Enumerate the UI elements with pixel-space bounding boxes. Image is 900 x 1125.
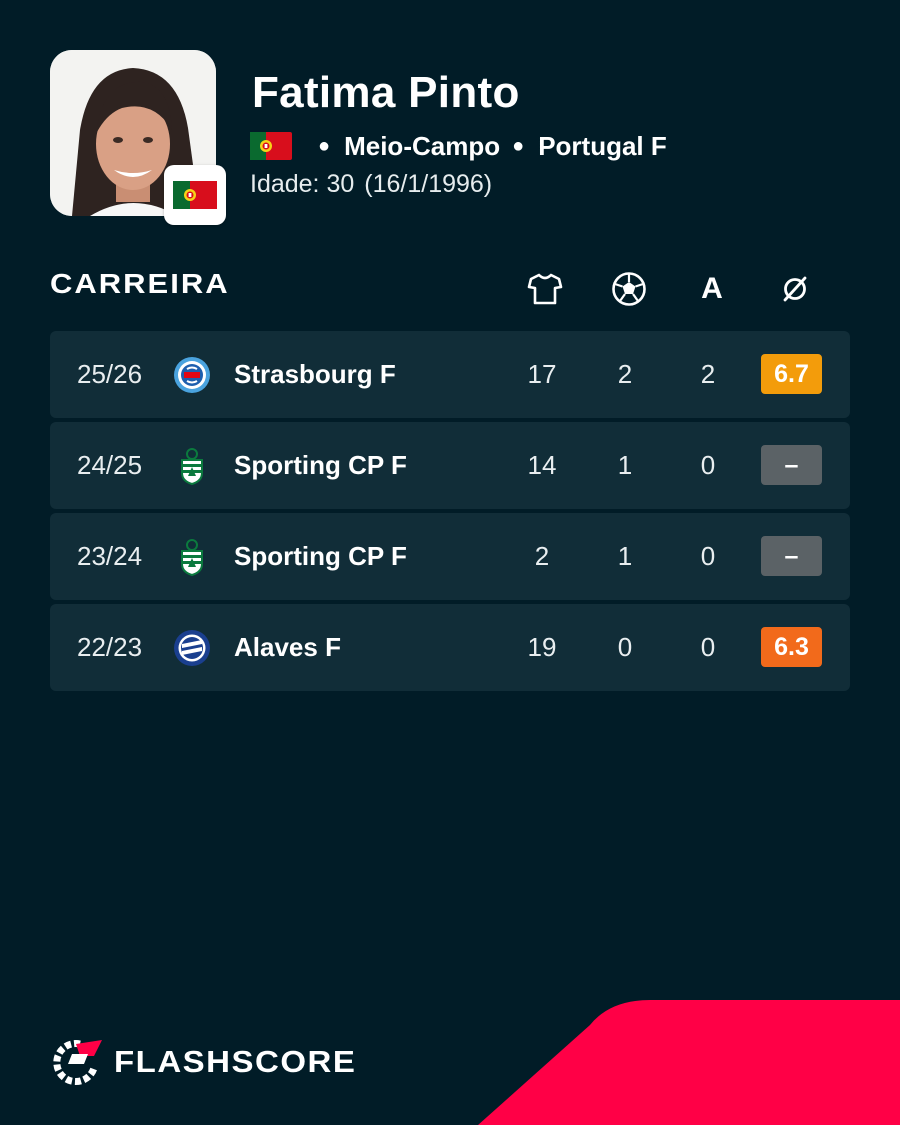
flashscore-logo-icon: [53, 1040, 102, 1086]
brand-name: FLASHSCORE: [114, 1044, 357, 1079]
flashscore-logo[interactable]: FLASHSCORE: [50, 1038, 356, 1086]
brand-accent-band: [478, 1000, 900, 1125]
